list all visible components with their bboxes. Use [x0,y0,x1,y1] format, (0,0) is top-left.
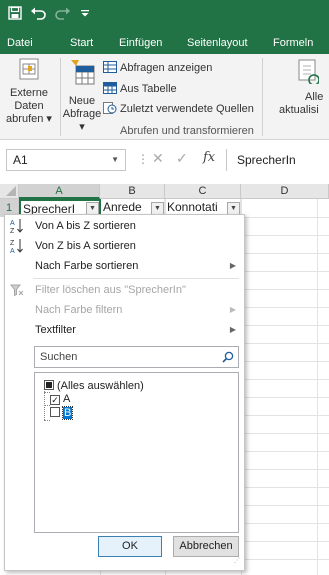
sort-by-color-item[interactable]: Nach Farbe sortieren ▶ [5,256,244,276]
svg-text:Z: Z [10,228,15,234]
recent-sources-button[interactable]: Zuletzt verwendete Quellen [103,101,254,117]
clear-filter-icon [9,282,26,298]
tab-einfuegen[interactable]: Einfügen [119,32,162,54]
filter-item-select-all[interactable]: (Alles auswählen) [44,379,144,393]
refresh-all-button[interactable]: Alle aktualisi [279,58,329,117]
new-query-icon [62,58,102,92]
menu-separator [33,278,239,279]
sort-z-to-a-item[interactable]: ZA Von Z bis A sortieren [5,236,244,256]
name-box[interactable]: A1 ▼ [6,149,126,171]
sort-descending-icon: ZA [10,238,26,255]
column-header-d[interactable]: D [241,184,329,199]
new-query-button[interactable]: Neue Abfrage ▾ [62,58,102,134]
cancel-entry-icon[interactable]: ✕ [152,150,164,167]
show-queries-button[interactable]: Abfragen anzeigen [103,60,212,76]
insert-function-icon[interactable]: fx [203,150,215,165]
group-label-get-transform: Abrufen und transformieren [120,125,254,137]
tab-formeln[interactable]: Formeln [273,32,313,54]
get-external-data-button[interactable]: Externe Daten abrufen ▾ [0,58,58,126]
external-data-icon [0,58,58,84]
tab-seitenlayout[interactable]: Seitenlayout [187,32,248,54]
title-bar [0,0,329,32]
column-header-b[interactable]: B [100,184,165,199]
ribbon: Externe Daten abrufen ▾ Neue Abfrage ▾ A… [0,54,329,140]
filter-search-input[interactable]: Suchen [34,346,239,368]
autofilter-menu: AZ Von A bis Z sortieren ZA Von Z bis A … [4,214,245,571]
customize-quick-access-icon[interactable] [77,6,93,26]
filter-item-b[interactable]: B [50,406,74,420]
checkbox-indeterminate-icon[interactable] [44,380,54,390]
tab-start[interactable]: Start [70,32,93,54]
submenu-arrow-icon: ▶ [229,305,236,314]
formula-input[interactable]: SprecherIn [226,149,329,171]
ok-button[interactable]: OK [98,536,162,557]
submenu-arrow-icon: ▶ [229,261,236,270]
get-external-label-2: abrufen ▾ [6,113,52,125]
refresh-label-1: Alle [305,91,324,103]
new-query-label-2: Abfrage ▾ [62,108,102,133]
refresh-label-2: aktualisi [279,104,319,116]
cancel-button[interactable]: Abbrechen [173,536,239,557]
submenu-arrow-icon: ▶ [229,325,236,334]
tree-line [44,420,50,421]
formula-bar: A1 ▼ ⋮ ✕ ✓ fx SprecherIn [0,140,329,180]
table-icon [103,82,117,94]
confirm-entry-icon[interactable]: ✓ [176,150,188,167]
undo-icon[interactable] [28,6,50,26]
clear-filter-item: Filter löschen aus "SprecherIn" [5,280,244,300]
recent-sources-icon [103,102,117,114]
svg-text:A: A [10,220,15,227]
filter-item-a[interactable]: ✓ A [50,392,70,406]
checkbox-unchecked-icon[interactable] [50,407,60,417]
from-table-button[interactable]: Aus Tabelle [103,81,177,97]
ribbon-separator [60,58,61,136]
svg-text:Z: Z [10,240,15,247]
filter-by-color-item: Nach Farbe filtern ▶ [5,300,244,320]
column-header-c[interactable]: C [165,184,241,199]
checkbox-checked-icon[interactable]: ✓ [50,395,60,405]
save-icon[interactable] [5,6,25,26]
ribbon-separator [262,58,263,136]
svg-text:A: A [10,248,15,254]
grid-line [317,199,318,575]
column-header-a[interactable]: A [19,184,100,199]
resize-grip-icon[interactable]: ⋰ [234,558,242,568]
select-all-corner[interactable] [0,184,19,199]
ribbon-tabs: Datei Start Einfügen Seitenlayout Formel… [0,32,329,54]
refresh-icon [297,58,329,88]
sort-ascending-icon: AZ [10,218,26,235]
tab-datei[interactable]: Datei [7,32,33,54]
redo-icon[interactable] [52,6,74,26]
get-external-label-1: Externe Daten [10,87,48,112]
formula-bar-grip-icon[interactable]: ⋮ [137,152,149,166]
new-query-label-1: Neue [68,95,96,107]
filter-value-list: (Alles auswählen) ✓ A B [34,372,239,533]
sort-a-to-z-item[interactable]: AZ Von A bis Z sortieren [5,216,244,236]
queries-icon [103,61,117,73]
name-box-dropdown-icon[interactable]: ▼ [111,150,119,170]
search-icon [222,350,234,363]
text-filter-item[interactable]: Textfilter ▶ [5,320,244,340]
